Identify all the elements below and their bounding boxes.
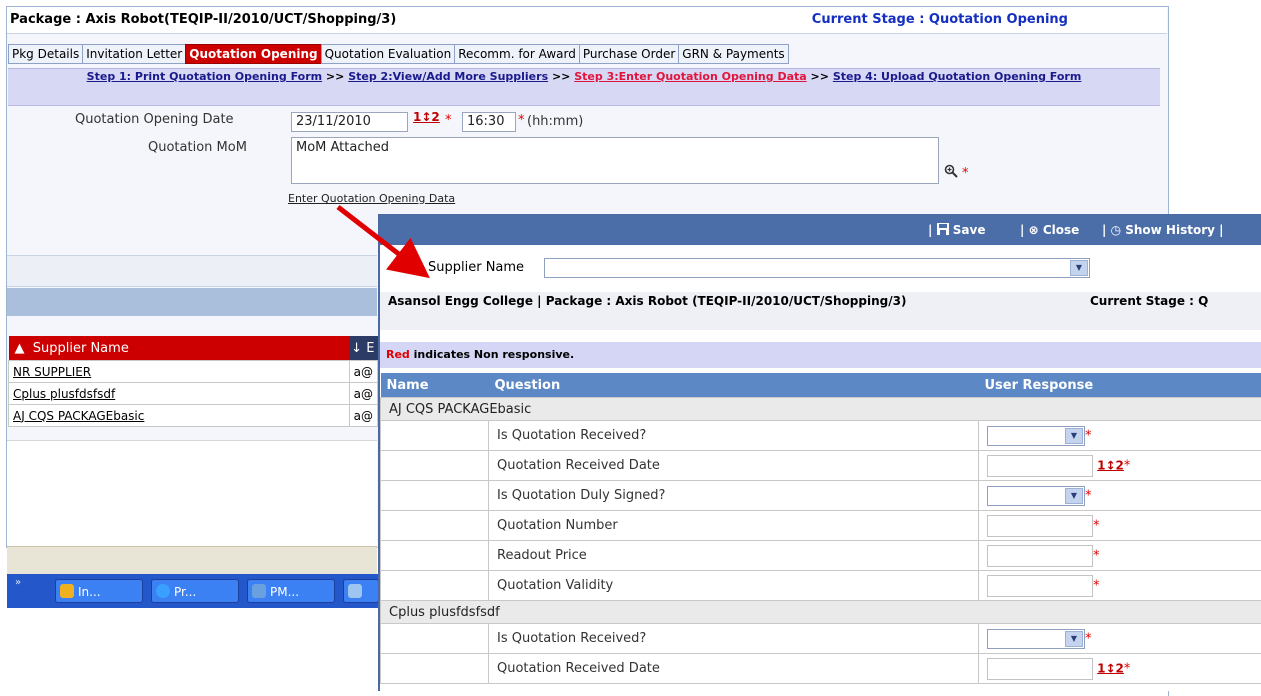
annotation-arrow: [0, 0, 1261, 690]
arrow-line: [338, 207, 422, 272]
